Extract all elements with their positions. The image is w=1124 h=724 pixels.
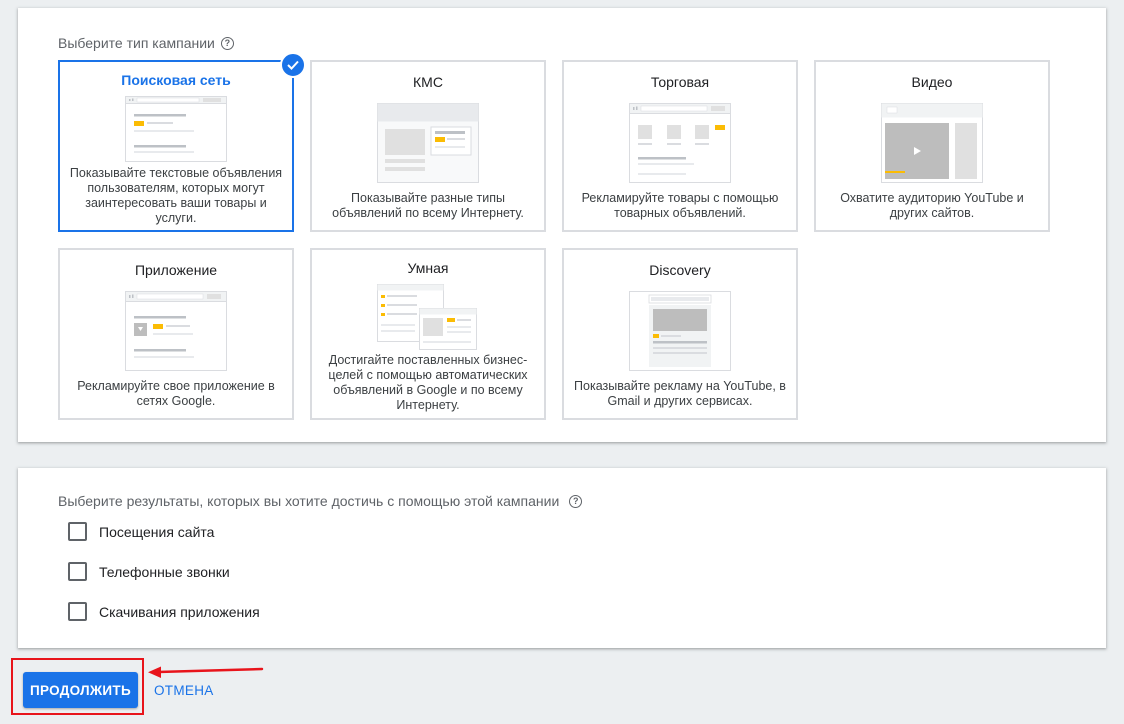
card-title: КМС	[413, 74, 443, 90]
app-ad-illustration	[125, 291, 227, 371]
card-description: Показывайте рекламу на YouTube, в Gmail …	[574, 379, 786, 408]
card-description: Рекламируйте товары с помощью товарных о…	[581, 191, 779, 220]
help-icon[interactable]: ?	[569, 494, 583, 508]
card-description: Показывайте текстовые объявления пользов…	[69, 166, 283, 225]
goal-option-app-downloads[interactable]: Скачивания приложения	[68, 602, 260, 621]
shopping-ad-illustration	[629, 103, 731, 183]
goals-heading: Выберите результаты, которых вы хотите д…	[58, 493, 583, 509]
card-title: Поисковая сеть	[121, 72, 231, 88]
smart-ad-illustration	[377, 284, 477, 350]
checkbox[interactable]	[68, 602, 87, 621]
campaign-card-shopping[interactable]: Торговая Рекламируйте товары с помощью т…	[562, 60, 798, 232]
campaign-card-video[interactable]: Видео Охватите аудиторию YouTube и други…	[814, 60, 1050, 232]
search-ad-illustration	[125, 96, 227, 162]
video-ad-illustration	[881, 103, 983, 183]
campaign-card-discovery[interactable]: Discovery Показывайте рекламу на YouTube…	[562, 248, 798, 420]
cancel-button[interactable]: ОТМЕНА	[150, 678, 218, 702]
card-description: Достигайте поставленных бизнес-целей с п…	[328, 353, 528, 412]
campaign-type-heading: Выберите тип кампании ?	[58, 35, 234, 51]
goal-option-website-visits[interactable]: Посещения сайта	[68, 522, 214, 541]
help-icon[interactable]: ?	[220, 36, 234, 50]
campaign-card-display[interactable]: КМС Показывайте разные типы объявлений п…	[310, 60, 546, 232]
card-title: Умная	[407, 260, 449, 276]
card-description: Показывайте разные типы объявлений по вс…	[332, 191, 524, 220]
checkbox[interactable]	[68, 562, 87, 581]
campaign-type-panel: Выберите тип кампании ? Поисковая сеть П…	[18, 8, 1106, 442]
highlight-frame	[11, 658, 144, 715]
checkbox[interactable]	[68, 522, 87, 541]
card-description: Охватите аудиторию YouTube и других сайт…	[840, 191, 1024, 220]
discovery-ad-illustration	[629, 291, 731, 371]
goal-option-phone-calls[interactable]: Телефонные звонки	[68, 562, 230, 581]
card-description: Рекламируйте свое приложение в сетях Goo…	[77, 379, 275, 408]
card-title: Видео	[911, 74, 953, 90]
card-title: Торговая	[650, 74, 710, 90]
card-title: Discovery	[649, 262, 711, 278]
card-title: Приложение	[134, 262, 218, 278]
campaign-card-app[interactable]: Приложение Рекламируйте свое приложение …	[58, 248, 294, 420]
selected-check-icon	[280, 52, 306, 78]
campaign-card-search[interactable]: Поисковая сеть Показывайте текстовые объ…	[58, 52, 306, 232]
campaign-card-smart[interactable]: Умная Достигайте поставленных бизнес-цел…	[310, 248, 546, 420]
display-ad-illustration	[377, 103, 479, 183]
goals-panel: Выберите результаты, которых вы хотите д…	[18, 468, 1106, 648]
